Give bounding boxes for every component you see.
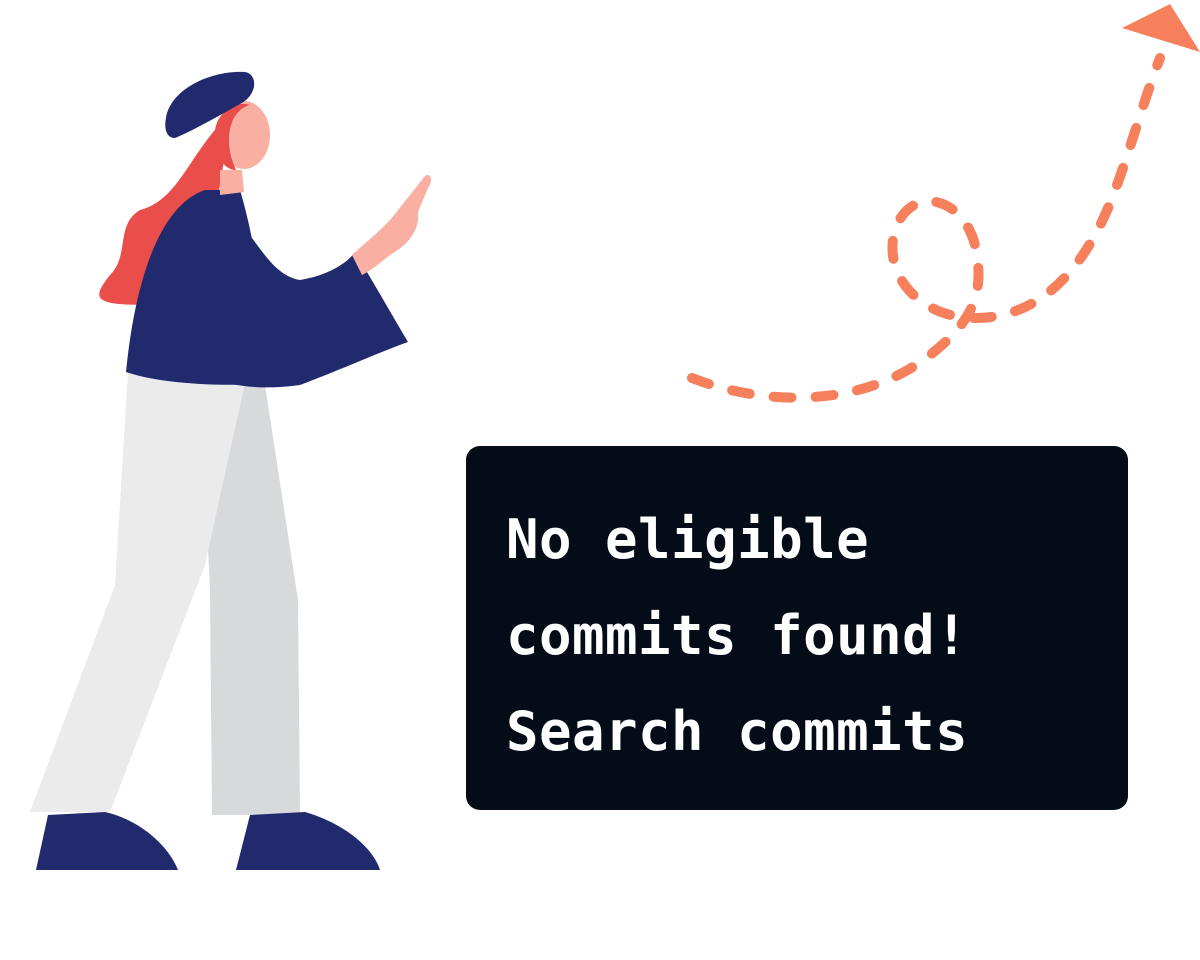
- sleeve-shape: [168, 200, 408, 388]
- dashed-loop-arrow-icon: [687, 4, 1200, 403]
- hand-shape: [352, 174, 432, 275]
- search-commits-text: Search commits: [506, 700, 969, 763]
- empty-state-message-card: No eligible commits found! Search commit…: [466, 446, 1128, 810]
- message-line-1: No eligible: [506, 508, 870, 571]
- arrowhead-icon: [1122, 4, 1200, 52]
- neck-shape: [220, 170, 244, 195]
- woman-pointing-icon: [30, 71, 432, 870]
- message-line-2: commits found!: [506, 604, 969, 667]
- front-shoe-shape: [36, 812, 178, 870]
- back-shoe-shape: [236, 812, 380, 870]
